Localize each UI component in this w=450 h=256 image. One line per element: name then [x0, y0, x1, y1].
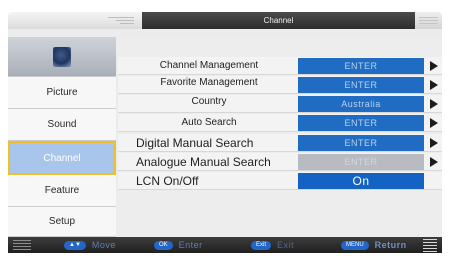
country-select[interactable]: Australia: [298, 96, 424, 112]
sidebar-item-label: Picture: [46, 87, 78, 98]
sidebar-item-label: Setup: [48, 216, 76, 227]
hint-label: Exit: [277, 240, 295, 250]
hint-move: ▲▼ Move: [64, 239, 116, 251]
top-bar-left-tab: [8, 12, 142, 29]
hint-label: Return: [374, 240, 407, 250]
enter-button-disabled: ENTER: [298, 154, 424, 170]
hint-label: Move: [91, 240, 116, 250]
hint-return: MENU Return: [341, 239, 407, 251]
hint-label: Enter: [178, 240, 203, 250]
top-bar-right-tab: [415, 12, 442, 29]
triangle-right-icon: [430, 99, 438, 109]
menu-row-label: Analogue Manual Search: [136, 155, 271, 169]
sidebar-item-channel[interactable]: Channel: [8, 141, 116, 175]
menu-row-country[interactable]: Country Australia: [118, 95, 442, 113]
triangle-right-icon: [430, 138, 438, 148]
menu-row-auto-search[interactable]: Auto Search ENTER: [118, 114, 442, 132]
grip-right-icon: [420, 237, 440, 253]
menu-panel: Channel Management ENTER Favorite Manage…: [118, 37, 442, 237]
menu-row-label: Auto Search: [181, 117, 237, 128]
sidebar-item-label: Channel: [43, 152, 81, 164]
menu-row-label: LCN On/Off: [136, 174, 199, 188]
menu-row-analogue-manual-search[interactable]: Analogue Manual Search ENTER: [118, 153, 442, 171]
triangle-right-icon: [430, 80, 438, 90]
sidebar-item-sound[interactable]: Sound: [8, 109, 116, 141]
grip-left-icon: [10, 237, 34, 253]
menu-row-label: Channel Management: [159, 60, 259, 71]
sidebar-item-picture[interactable]: Picture: [8, 77, 116, 109]
menu-row-channel-management[interactable]: Channel Management ENTER: [118, 57, 442, 75]
lcn-toggle[interactable]: On: [298, 173, 424, 189]
footer-hint-bar: ▲▼ Move OK Enter Exit Exit MENU Return: [8, 237, 442, 253]
enter-button[interactable]: ENTER: [298, 58, 424, 74]
sidebar-header: [8, 37, 116, 77]
menu-row-label: Favorite Management: [160, 77, 258, 88]
sidebar: Picture Sound Channel Feature Setup: [8, 37, 118, 237]
menu-row-favorite-management[interactable]: Favorite Management ENTER: [118, 76, 442, 94]
ok-key-icon: OK: [154, 240, 173, 250]
sidebar-item-setup[interactable]: Setup: [8, 207, 116, 237]
triangle-right-icon: [430, 157, 438, 167]
exit-key-icon: Exit: [251, 240, 272, 250]
enter-button[interactable]: ENTER: [298, 135, 424, 151]
sidebar-item-feature[interactable]: Feature: [8, 175, 116, 207]
menu-row-digital-manual-search[interactable]: Digital Manual Search ENTER: [118, 134, 442, 152]
triangle-right-icon: [430, 118, 438, 128]
menu-key-icon: MENU: [341, 240, 369, 250]
hint-enter: OK Enter: [154, 239, 203, 251]
sidebar-item-label: Sound: [47, 119, 77, 130]
menu-row-label: Country: [191, 96, 227, 107]
enter-button[interactable]: ENTER: [298, 77, 424, 93]
menu-row-label: Digital Manual Search: [136, 136, 254, 150]
page-title: Channel: [142, 12, 415, 29]
hint-exit: Exit Exit: [251, 239, 294, 251]
triangle-right-icon: [430, 61, 438, 71]
up-down-key-icon: ▲▼: [64, 240, 86, 250]
sidebar-item-label: Feature: [44, 185, 80, 196]
enter-button[interactable]: ENTER: [298, 115, 424, 131]
menu-row-lcn-on-off[interactable]: LCN On/Off On: [118, 172, 442, 190]
tv-thumbnail-icon: [53, 46, 71, 67]
